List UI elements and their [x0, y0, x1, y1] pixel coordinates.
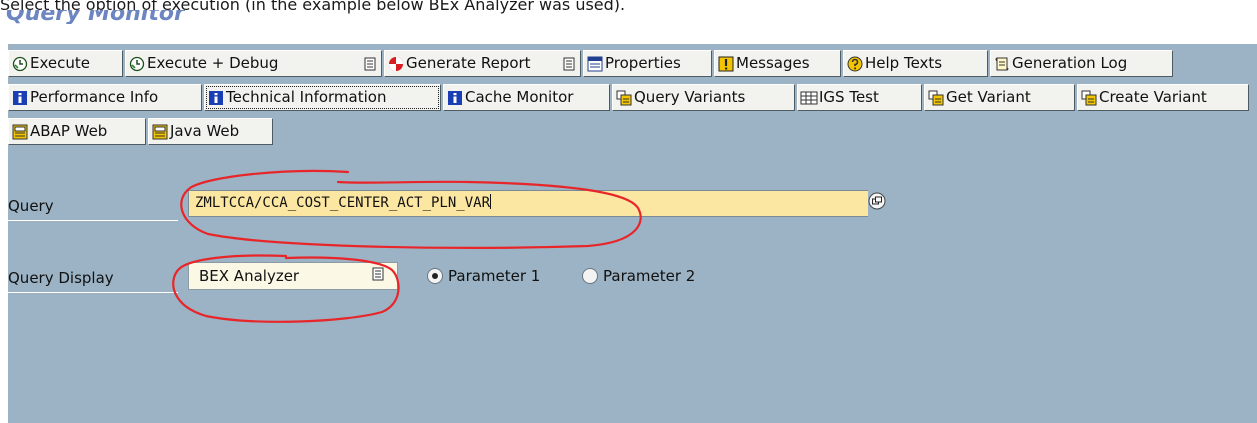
execute-label: Execute — [30, 54, 90, 72]
execute-debug-label: Execute + Debug — [147, 54, 279, 72]
query-monitor-window: Execute Execute + Debug Generate Report — [8, 44, 1257, 423]
java-web-label: Java Web — [170, 122, 240, 140]
performance-info-label: Performance Info — [30, 88, 159, 106]
get-variant-button[interactable]: Get Variant — [924, 84, 1075, 111]
execute-button[interactable]: Execute — [8, 50, 123, 77]
parameter-2-radio[interactable] — [582, 268, 598, 284]
info-icon — [446, 89, 464, 107]
igs-test-button[interactable]: IGS Test — [797, 84, 922, 111]
technical-information-button[interactable]: Technical Information — [204, 84, 441, 111]
properties-icon — [586, 55, 604, 73]
text-caret — [490, 194, 492, 209]
query-label: Query — [8, 197, 54, 215]
create-variant-label: Create Variant — [1099, 88, 1207, 106]
query-variants-label: Query Variants — [634, 88, 746, 106]
execute-debug-button[interactable]: Execute + Debug — [125, 50, 382, 77]
create-variant-button[interactable]: Create Variant — [1077, 84, 1249, 111]
help-texts-icon — [846, 55, 864, 73]
abap-web-label: ABAP Web — [30, 122, 108, 140]
variants-icon — [927, 89, 945, 107]
query-label-underline — [8, 220, 178, 221]
technical-information-label: Technical Information — [226, 88, 387, 106]
query-display-value: BEX Analyzer — [199, 267, 300, 285]
execute-clock-icon — [11, 55, 29, 73]
generate-report-label: Generate Report — [406, 54, 531, 72]
info-icon — [207, 89, 225, 107]
execute-debug-clock-icon — [128, 55, 146, 73]
query-display-select[interactable]: BEX Analyzer — [188, 262, 398, 290]
generate-report-button[interactable]: Generate Report — [384, 50, 581, 77]
value-help-icon — [868, 192, 886, 214]
properties-button[interactable]: Properties — [583, 50, 712, 77]
execute-debug-dropdown-icon[interactable] — [363, 55, 377, 76]
properties-label: Properties — [605, 54, 681, 72]
info-icon — [11, 89, 29, 107]
query-variants-button[interactable]: Query Variants — [612, 84, 795, 111]
generation-log-button[interactable]: Generation Log — [990, 50, 1173, 77]
parameter-1-label: Parameter 1 — [448, 267, 541, 285]
messages-label: Messages — [736, 54, 810, 72]
variants-icon — [615, 89, 633, 107]
query-display-dropdown-button[interactable] — [370, 267, 386, 285]
cache-monitor-button[interactable]: Cache Monitor — [443, 84, 610, 111]
generation-log-label: Generation Log — [1012, 54, 1128, 72]
document-intro-text: Select the option of execution (in the e… — [0, 0, 626, 14]
help-texts-label: Help Texts — [865, 54, 943, 72]
page-heading: Query Monitor — [6, 10, 185, 24]
get-variant-label: Get Variant — [946, 88, 1031, 106]
web-document-icon — [11, 123, 29, 141]
query-display-label-underline — [8, 292, 178, 293]
variants-icon — [1080, 89, 1098, 107]
query-input-value: ZMLTCCA/CCA_COST_CENTER_ACT_PLN_VAR — [195, 195, 491, 211]
igs-test-label: IGS Test — [819, 88, 879, 106]
java-web-button[interactable]: Java Web — [148, 118, 273, 145]
performance-info-button[interactable]: Performance Info — [8, 84, 202, 111]
query-display-label: Query Display — [8, 269, 114, 287]
abap-web-button[interactable]: ABAP Web — [8, 118, 146, 145]
generate-report-dropdown-icon[interactable] — [562, 55, 576, 76]
parameter-2-label: Parameter 2 — [603, 267, 696, 285]
generation-log-icon — [993, 55, 1011, 73]
query-input[interactable]: ZMLTCCA/CCA_COST_CENTER_ACT_PLN_VAR — [188, 190, 868, 217]
web-document-icon — [151, 123, 169, 141]
messages-icon — [717, 55, 735, 73]
cache-monitor-label: Cache Monitor — [465, 88, 574, 106]
generate-report-icon — [387, 55, 405, 73]
igs-test-icon — [800, 89, 818, 107]
messages-button[interactable]: Messages — [714, 50, 841, 77]
parameter-1-radio[interactable] — [427, 268, 443, 284]
help-texts-button[interactable]: Help Texts — [843, 50, 988, 77]
query-value-help-button[interactable] — [868, 192, 886, 214]
list-dropdown-icon — [371, 266, 385, 286]
